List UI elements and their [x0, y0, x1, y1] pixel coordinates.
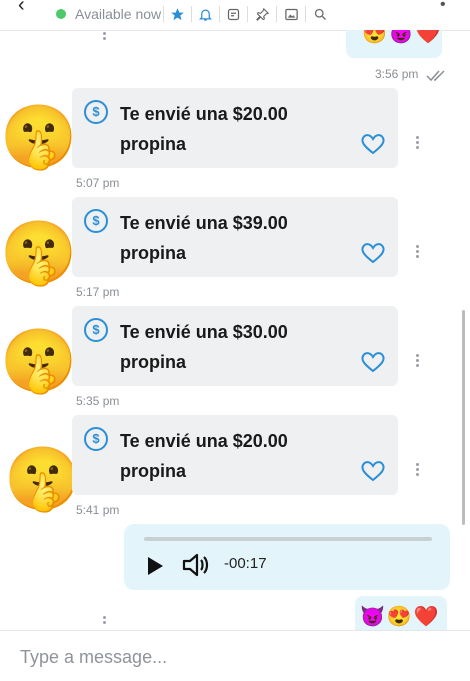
avatar[interactable]: 🤫 [0, 328, 77, 396]
audio-message-bubble: -00:17 [124, 524, 450, 590]
message-options-icon[interactable] [102, 32, 106, 48]
message-time: 3:56 pm [375, 67, 419, 81]
divider [305, 6, 306, 22]
volume-icon[interactable] [182, 552, 210, 583]
message-input[interactable] [18, 642, 452, 672]
tip-message-bubble: $ Te envié una $20.00 propina [72, 415, 419, 495]
read-receipt-icon [426, 69, 450, 87]
message-time: 5:41 pm [76, 503, 120, 517]
tip-text: Te envié una $20.00 propina [120, 104, 288, 154]
tip-text: Te envié una $39.00 propina [120, 213, 288, 263]
online-status-dot [56, 9, 66, 19]
star-icon[interactable] [168, 5, 186, 23]
tip-text: Te envié una $30.00 propina [120, 322, 288, 372]
message-options-icon[interactable] [415, 245, 419, 261]
avatar[interactable]: 🤫 [0, 220, 77, 288]
avatar[interactable]: 🤫 [4, 446, 81, 514]
note-icon[interactable] [224, 5, 242, 23]
like-heart-icon[interactable] [360, 133, 386, 160]
divider [219, 6, 220, 22]
message-options-icon[interactable] [415, 463, 419, 479]
image-icon[interactable] [282, 5, 300, 23]
message-composer [0, 630, 470, 681]
dollar-icon: $ [84, 318, 108, 342]
tip-message-bubble: $ Te envié una $20.00 propina [72, 88, 419, 168]
back-icon[interactable]: ‹ [18, 0, 25, 17]
dollar-icon: $ [84, 100, 108, 124]
search-icon[interactable] [311, 5, 329, 23]
dollar-icon: $ [84, 209, 108, 233]
like-heart-icon[interactable] [360, 351, 386, 378]
play-icon[interactable] [146, 556, 164, 581]
like-heart-icon[interactable] [360, 242, 386, 269]
dollar-icon: $ [84, 427, 108, 451]
message-list[interactable]: 😍😈❤️ 3:56 pm 🤫 $ Te envié una $20.00 pro… [0, 30, 470, 630]
audio-progress-bar[interactable] [144, 537, 432, 541]
divider [163, 6, 164, 22]
divider [191, 6, 192, 22]
status-text: Available now [75, 6, 162, 22]
emoji-message: 😍😈❤️ [362, 30, 443, 45]
avatar[interactable]: 🤫 [0, 104, 77, 172]
bell-icon[interactable] [196, 5, 214, 23]
more-options-icon[interactable]: • [440, 0, 446, 14]
pin-icon[interactable] [253, 5, 271, 23]
tip-message-bubble: $ Te envié una $39.00 propina [72, 197, 419, 277]
divider [247, 6, 248, 22]
message-options-icon[interactable] [415, 354, 419, 370]
emoji-message: 😈😍❤️ [360, 606, 441, 628]
chat-header: ‹ Available now • [0, 0, 470, 31]
audio-duration: -00:17 [224, 555, 267, 572]
message-time: 5:35 pm [76, 394, 120, 408]
message-time: 5:07 pm [76, 176, 120, 190]
message-options-icon[interactable] [415, 136, 419, 152]
divider [276, 6, 277, 22]
message-options-icon[interactable] [102, 616, 106, 630]
scrollbar[interactable] [462, 310, 465, 525]
tip-message-bubble: $ Te envié una $30.00 propina [72, 306, 419, 386]
like-heart-icon[interactable] [360, 460, 386, 487]
tip-text: Te envié una $20.00 propina [120, 431, 288, 481]
message-time: 5:17 pm [76, 285, 120, 299]
